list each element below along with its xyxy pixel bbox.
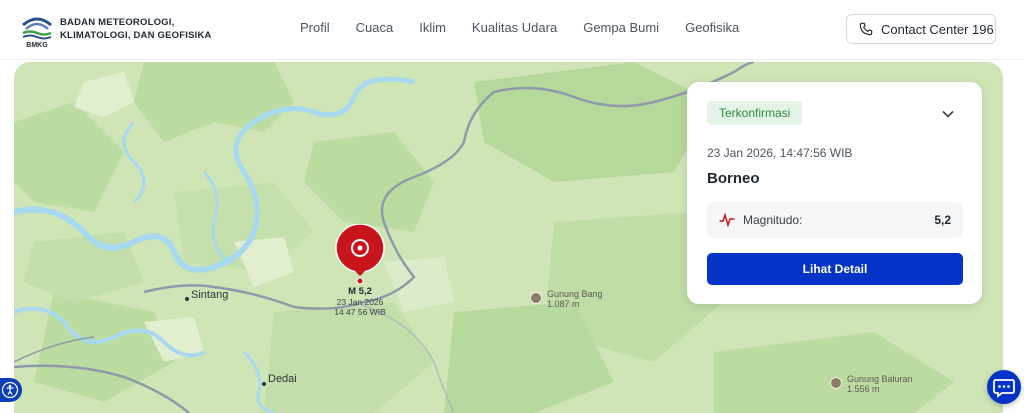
- lihat-detail-button[interactable]: Lihat Detail: [707, 253, 963, 285]
- phone-icon: [859, 22, 873, 36]
- mountain-elevation: 1.087 m: [547, 299, 580, 309]
- place-label-dedai: Dedai: [268, 373, 297, 385]
- dedai-dot: [262, 382, 266, 386]
- contact-center-label: Contact Center 196: [881, 21, 994, 37]
- nav-iklim[interactable]: Iklim: [419, 20, 446, 35]
- org-name-line1: BADAN METEOROLOGI,: [60, 17, 175, 28]
- earthquake-marker[interactable]: [334, 224, 386, 286]
- org-name-line2: KLIMATOLOGI, DAN GEOFISIKA: [60, 30, 212, 41]
- mountain-label-gunung-bang: Gunung Bang 1.087 m: [547, 289, 603, 309]
- quake-magnitude: M 5,2: [348, 286, 372, 297]
- quake-date: 23 Jan 2026: [336, 297, 384, 307]
- magnitude-row: Magnitudo: 5,2: [707, 202, 963, 238]
- accessibility-button[interactable]: [0, 378, 22, 402]
- mountain-elevation: 1.556 m: [847, 384, 880, 394]
- main-nav: Profil Cuaca Iklim Kualitas Udara Gempa …: [300, 20, 765, 35]
- magnitude-label: Magnitudo:: [743, 213, 803, 227]
- earthquake-info-card: Terkonfirmasi 23 Jan 2026, 14:47:56 WIB …: [687, 82, 982, 304]
- mountain-icon: [530, 292, 542, 304]
- mountain-icon: [830, 377, 842, 389]
- chat-icon: [993, 379, 1015, 398]
- nav-cuaca[interactable]: Cuaca: [356, 20, 394, 35]
- logo-text: BMKG: [26, 42, 48, 49]
- status-badge: Terkonfirmasi: [707, 101, 803, 125]
- site-header: BMKG BADAN METEOROLOGI, KLIMATOLOGI, DAN…: [0, 0, 1024, 60]
- mountain-name: Gunung Bang: [547, 289, 603, 299]
- chevron-down-icon[interactable]: [941, 109, 955, 119]
- nav-profil[interactable]: Profil: [300, 20, 330, 35]
- nav-geofisika[interactable]: Geofisika: [685, 20, 739, 35]
- pulse-icon: [719, 213, 735, 227]
- quake-region: Borneo: [707, 170, 760, 187]
- sintang-dot: [185, 297, 189, 301]
- contact-center-button[interactable]: Contact Center 196: [846, 14, 996, 44]
- mountain-name: Gunung Baluran: [847, 374, 913, 384]
- mountain-label-gunung-baluran: Gunung Baluran 1.556 m: [847, 374, 913, 394]
- quake-time: 14 47 56 WIB: [334, 307, 386, 317]
- chat-button[interactable]: [987, 370, 1021, 404]
- place-label-sintang: Sintang: [191, 289, 229, 301]
- nav-gempa-bumi[interactable]: Gempa Bumi: [583, 20, 659, 35]
- accessibility-icon: [1, 381, 19, 399]
- org-name: BADAN METEOROLOGI, KLIMATOLOGI, DAN GEOF…: [60, 16, 212, 42]
- quake-datetime: 23 Jan 2026, 14:47:56 WIB: [707, 146, 853, 160]
- quake-marker-label: M 5,2 23 Jan 2026 14 47 56 WIB: [324, 286, 396, 318]
- bmkg-logo[interactable]: BMKG: [20, 9, 54, 49]
- magnitude-value: 5,2: [934, 213, 951, 227]
- nav-kualitas-udara[interactable]: Kualitas Udara: [472, 20, 557, 35]
